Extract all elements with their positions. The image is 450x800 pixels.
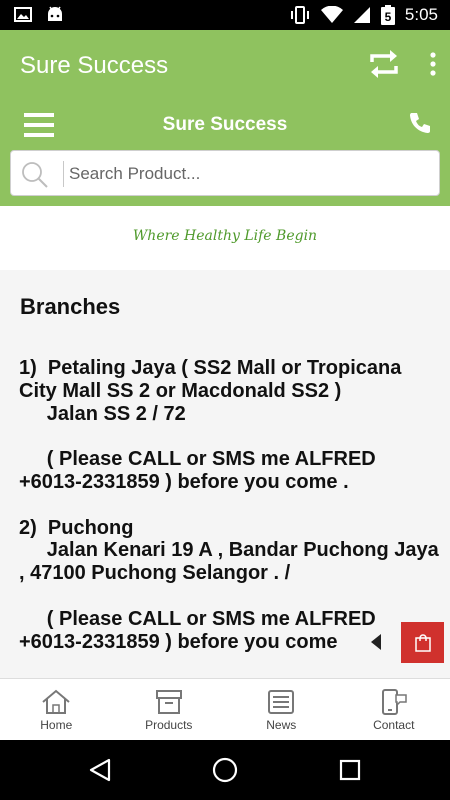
nav-news[interactable]: News [225,679,338,740]
recent-apps-icon[interactable] [339,759,361,781]
system-navigation [0,740,450,800]
home-circle-icon[interactable] [212,757,238,783]
search-divider [63,161,64,187]
android-icon [46,6,64,22]
battery-level: 5 [385,10,392,24]
refresh-icon[interactable] [366,50,402,78]
bottom-navigation: Home Products News Contact [0,678,450,740]
search-icon[interactable] [21,161,49,189]
tagline: Where Healthy Life Begin [0,206,450,270]
back-icon[interactable] [89,758,111,782]
contact-phone-icon [380,689,408,715]
more-vert-icon[interactable] [430,52,436,76]
nav-products[interactable]: Products [113,679,226,740]
signal-icon [353,6,371,24]
nav-home-label: Home [40,718,73,732]
nav-news-label: News [266,718,297,732]
products-box-icon [155,689,183,715]
nav-contact-label: Contact [373,718,415,732]
branches-content: Branches 1) Petaling Jaya ( SS2 Mall or … [0,270,450,678]
wifi-icon [320,6,343,24]
home-icon [41,689,71,715]
nav-home[interactable]: Home [0,679,113,740]
sub-header: Sure Success [0,102,450,206]
search-bar [10,150,440,196]
news-icon [267,689,295,715]
battery-icon: 5 [380,5,395,25]
nav-contact[interactable]: Contact [338,679,450,740]
app-title: Sure Success [20,52,169,79]
image-icon [14,6,32,22]
content-heading: Branches [20,294,121,319]
collapse-left-icon[interactable] [371,634,381,650]
store-title: Sure Success [162,114,288,135]
phone-icon[interactable] [408,111,432,135]
shopping-bag-button[interactable] [401,622,444,663]
shopping-bag-icon [414,633,431,652]
vibrate-icon [289,6,311,24]
clock: 5:05 [404,5,438,24]
nav-products-label: Products [145,718,193,732]
app-bar: Sure Success [0,30,450,102]
status-bar: 5 5:05 [0,0,450,30]
search-input[interactable] [69,157,429,191]
branches-text: 1) Petaling Jaya ( SS2 Mall or Tropicana… [19,357,439,653]
